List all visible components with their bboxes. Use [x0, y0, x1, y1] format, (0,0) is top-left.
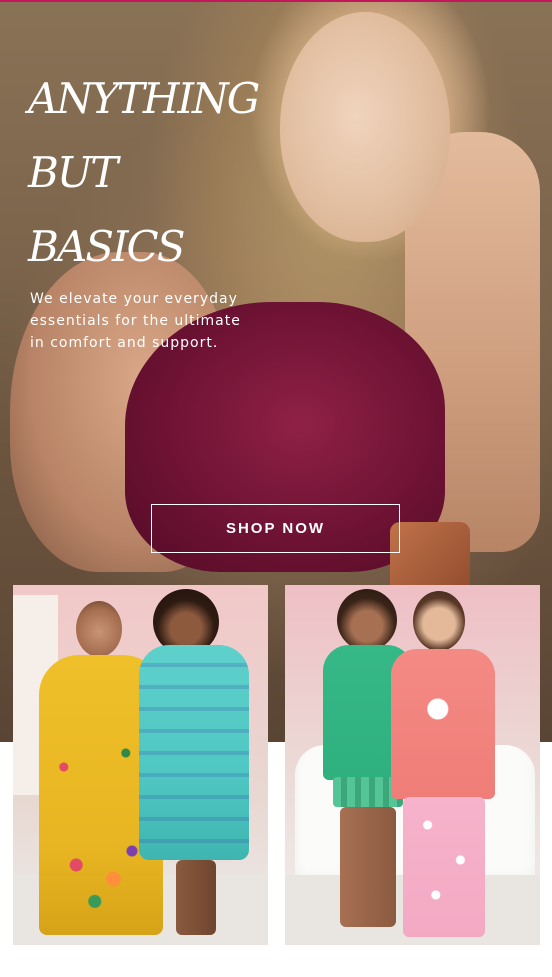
model-aqua-dress — [131, 585, 256, 940]
shop-now-button[interactable]: SHOP NOW — [151, 504, 400, 553]
hero-model-face — [280, 12, 450, 242]
hero-subtitle-line-1: We elevate your everyday — [30, 291, 238, 307]
hero-subtitle-line-3: in comfort and support. — [30, 335, 219, 351]
model-head — [413, 591, 465, 651]
pink-pants — [403, 797, 485, 937]
aqua-dress-icon — [139, 645, 249, 860]
hero-title-line-1: ANYTHING — [28, 74, 260, 123]
hero-subtitle: We elevate your everyday essentials for … — [30, 288, 280, 354]
model-head — [76, 601, 122, 657]
hero-title: ANYTHING BUT BASICS — [28, 62, 288, 284]
product-card-pajamas[interactable] — [285, 585, 540, 945]
hero-title-line-2: BUT — [28, 148, 118, 197]
model-coral-pajamas — [385, 587, 505, 942]
coral-pajama-icon — [391, 649, 495, 799]
hero-title-line-3: BASICS — [28, 222, 185, 271]
product-card-dresses[interactable] — [13, 585, 268, 945]
hero-subtitle-line-2: essentials for the ultimate — [30, 313, 241, 329]
model-legs — [176, 860, 216, 935]
